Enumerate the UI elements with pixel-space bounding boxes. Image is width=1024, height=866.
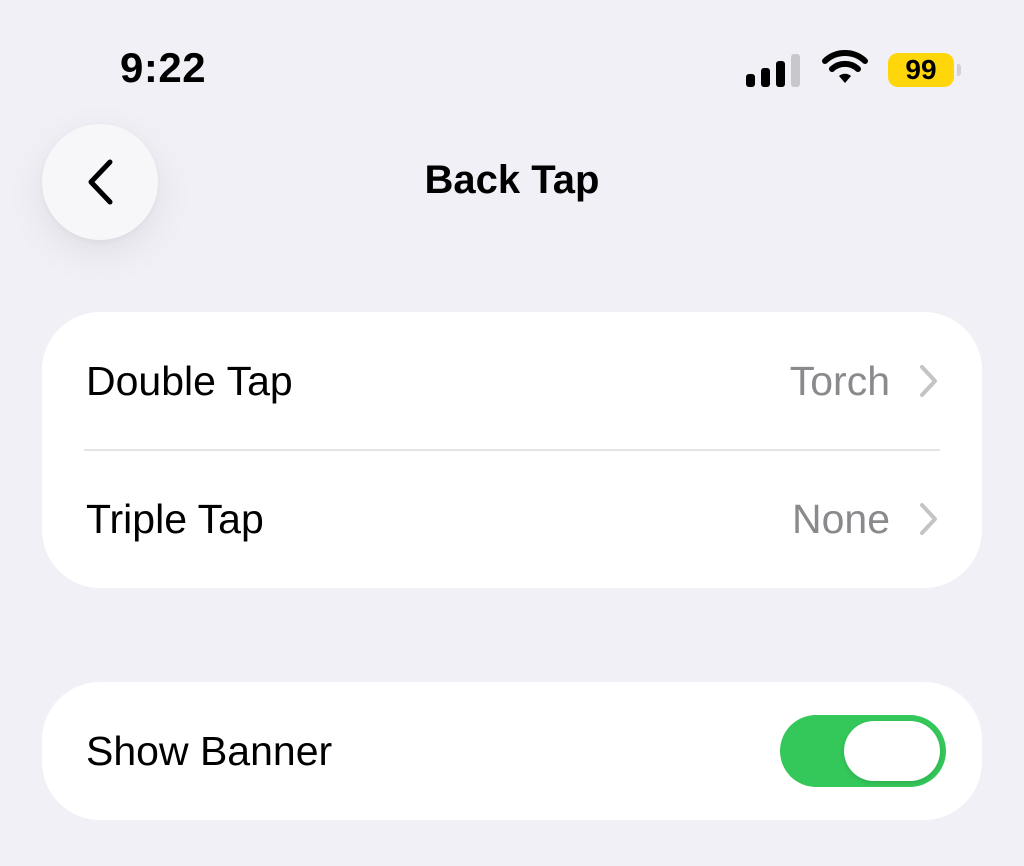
battery-cap bbox=[957, 63, 961, 76]
banner-group: Show Banner bbox=[42, 682, 982, 820]
page-title: Back Tap bbox=[424, 158, 600, 202]
chevron-right-icon bbox=[918, 363, 940, 399]
signal-icon bbox=[746, 53, 800, 87]
wifi-icon bbox=[822, 50, 868, 89]
triple-tap-label: Triple Tap bbox=[86, 495, 264, 542]
show-banner-label: Show Banner bbox=[86, 727, 333, 774]
show-banner-row: Show Banner bbox=[42, 682, 982, 820]
battery-level: 99 bbox=[905, 53, 937, 85]
triple-tap-value: None bbox=[791, 495, 890, 542]
triple-tap-row[interactable]: Triple Tap None bbox=[42, 450, 982, 588]
chevron-right-icon bbox=[918, 501, 940, 537]
battery-icon: 99 bbox=[888, 52, 961, 87]
double-tap-value: Torch bbox=[789, 357, 890, 404]
show-banner-toggle[interactable] bbox=[780, 715, 946, 787]
tap-actions-group: Double Tap Torch Triple Tap None bbox=[42, 312, 982, 588]
status-bar: 9:22 99 bbox=[0, 0, 1024, 120]
status-icons: 99 bbox=[746, 50, 961, 89]
toggle-knob bbox=[844, 721, 940, 781]
double-tap-row[interactable]: Double Tap Torch bbox=[42, 312, 982, 451]
status-time: 9:22 bbox=[120, 44, 207, 91]
double-tap-label: Double Tap bbox=[86, 357, 293, 404]
